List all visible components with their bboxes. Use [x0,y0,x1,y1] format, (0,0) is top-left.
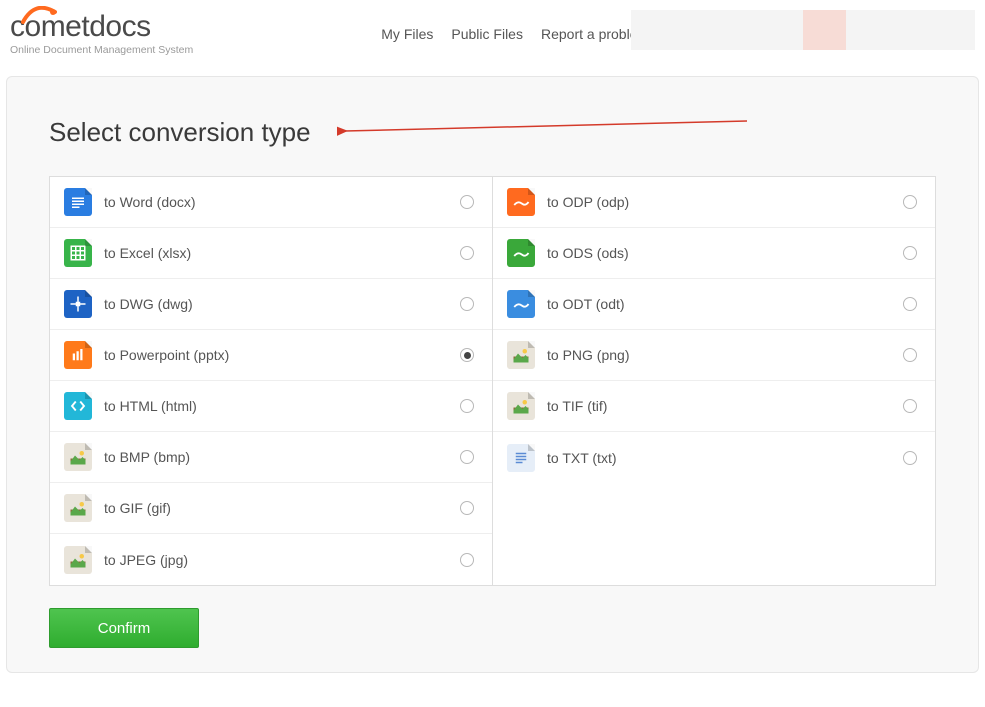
conversion-option-tif[interactable]: to TIF (tif) [493,381,935,432]
conversion-option-odt[interactable]: to ODT (odt) [493,279,935,330]
conversion-radio[interactable] [460,450,474,464]
nav-my-files[interactable]: My Files [373,22,441,46]
gif-file-icon [64,494,92,522]
conversion-option-ods[interactable]: to ODS (ods) [493,228,935,279]
conversion-panel: Select conversion type to Word (docx)to … [6,76,979,673]
tif-file-icon [507,392,535,420]
word-file-icon [64,188,92,216]
conversion-option-jpeg[interactable]: to JPEG (jpg) [50,534,492,585]
conversion-option-label: to PNG (png) [547,347,903,363]
logo-tagline: Online Document Management System [10,44,193,56]
conversion-option-label: to ODT (odt) [547,296,903,312]
conversion-option-html[interactable]: to HTML (html) [50,381,492,432]
jpeg-file-icon [64,546,92,574]
conversion-option-txt[interactable]: to TXT (txt) [493,432,935,483]
conversion-option-label: to HTML (html) [104,398,460,414]
conversion-option-png[interactable]: to PNG (png) [493,330,935,381]
conversion-radio[interactable] [903,246,917,260]
conversion-option-excel[interactable]: to Excel (xlsx) [50,228,492,279]
confirm-button[interactable]: Confirm [49,608,199,648]
conversion-radio[interactable] [460,297,474,311]
txt-file-icon [507,444,535,472]
conversion-option-label: to Word (docx) [104,194,460,210]
conversion-option-label: to TXT (txt) [547,450,903,466]
conversion-option-label: to Powerpoint (pptx) [104,347,460,363]
nav-public-files[interactable]: Public Files [443,22,531,46]
conversion-option-label: to Excel (xlsx) [104,245,460,261]
dwg-file-icon [64,290,92,318]
conversion-option-label: to DWG (dwg) [104,296,460,312]
conversion-option-odp[interactable]: to ODP (odp) [493,177,935,228]
png-file-icon [507,341,535,369]
conversion-radio[interactable] [460,195,474,209]
conversion-option-gif[interactable]: to GIF (gif) [50,483,492,534]
bmp-file-icon [64,443,92,471]
logo-swoosh-icon [21,6,57,26]
conversion-radio[interactable] [903,297,917,311]
logo[interactable]: cometdocs Online Document Management Sys… [10,12,193,56]
conversion-option-label: to ODP (odp) [547,194,903,210]
conversion-option-pptx[interactable]: to Powerpoint (pptx) [50,330,492,381]
conversion-radio[interactable] [460,348,474,362]
header-placeholder-blocks [631,10,975,50]
odt-file-icon [507,290,535,318]
conversion-option-dwg[interactable]: to DWG (dwg) [50,279,492,330]
annotation-arrow-icon [337,117,757,147]
conversion-radio[interactable] [903,399,917,413]
conversion-option-label: to JPEG (jpg) [104,552,460,568]
conversion-option-label: to GIF (gif) [104,500,460,516]
conversion-option-word[interactable]: to Word (docx) [50,177,492,228]
odp-file-icon [507,188,535,216]
pptx-file-icon [64,341,92,369]
conversion-option-label: to ODS (ods) [547,245,903,261]
conversion-radio[interactable] [903,451,917,465]
conversion-option-bmp[interactable]: to BMP (bmp) [50,432,492,483]
conversion-option-label: to TIF (tif) [547,398,903,414]
conversion-radio[interactable] [460,399,474,413]
main-nav: My Files Public Files Report a problem [373,22,657,46]
conversion-grid: to Word (docx) to Excel (xlsx) to DWG (dwg… [49,176,936,586]
excel-file-icon [64,239,92,267]
conversion-radio[interactable] [903,348,917,362]
conversion-radio[interactable] [460,553,474,567]
html-file-icon [64,392,92,420]
conversion-radio[interactable] [903,195,917,209]
header: cometdocs Online Document Management Sys… [0,0,985,76]
conversion-radio[interactable] [460,501,474,515]
conversion-radio[interactable] [460,246,474,260]
conversion-option-label: to BMP (bmp) [104,449,460,465]
ods-file-icon [507,239,535,267]
